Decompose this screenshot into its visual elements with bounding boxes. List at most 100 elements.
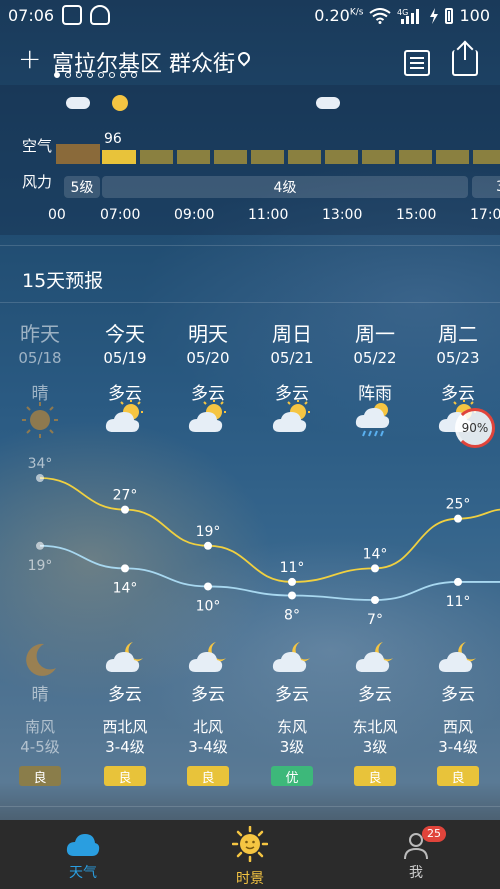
aqi-badge: 良 — [437, 766, 479, 786]
forecast-day-column[interactable]: 周日 05/21 多云 — [252, 318, 332, 404]
section-divider — [0, 245, 500, 246]
signal-icon: 4G — [397, 8, 420, 24]
forecast-day-name: 周日 — [272, 322, 312, 346]
temp-point — [36, 541, 44, 550]
aqi-segment — [325, 150, 358, 164]
section-divider — [0, 806, 500, 807]
hour-tick: 00 — [48, 207, 66, 223]
night-condition: 多云 — [108, 685, 142, 705]
forecast-date: 05/23 — [436, 349, 480, 367]
forecast-date: 05/20 — [186, 349, 230, 367]
wind-info: 西风 3-4级 — [418, 717, 498, 757]
wind-segment: 4级 — [102, 176, 468, 198]
nav-timeline-label: 时景 — [236, 871, 264, 887]
night-condition: 多云 — [441, 685, 475, 705]
low-temp-label: 7° — [367, 612, 383, 628]
aqi-segment — [473, 150, 500, 164]
aqi-segment — [102, 150, 136, 164]
forecast-date: 05/22 — [353, 349, 397, 367]
page-dot — [65, 72, 71, 78]
forecast-day-column[interactable]: 今天 05/19 多云 — [85, 318, 165, 404]
aqi-segment — [251, 150, 284, 164]
status-time: 07:06 — [8, 6, 55, 25]
forecast-day-column[interactable]: 昨天 05/18 晴 — [0, 318, 80, 404]
share-icon[interactable] — [452, 42, 478, 76]
status-right: 0.20K/s 4G 100 — [314, 6, 490, 25]
shower-icon — [355, 400, 395, 437]
wind-segment: 5级 — [64, 176, 100, 198]
wind-info: 东北风 3级 — [335, 717, 415, 757]
night-condition: 多云 — [191, 685, 225, 705]
aqi-badge: 良 — [104, 766, 146, 786]
hour-tick: 13:00 — [322, 207, 363, 223]
temp-point — [371, 564, 379, 573]
wind-level: 3级 — [362, 738, 388, 756]
wind-segment: 3 — [472, 176, 500, 198]
cloudy-night-icon — [105, 640, 145, 676]
partly-cloudy-icon — [188, 400, 228, 436]
wind-direction: 北风 — [192, 718, 223, 736]
page-dot — [120, 72, 126, 78]
wind-level: 3-4级 — [438, 738, 478, 756]
add-city-button[interactable]: + — [18, 42, 41, 75]
night-info-column: 多云 东风 3级 — [252, 680, 332, 757]
wind-level: 4-5级 — [20, 738, 60, 756]
charging-icon — [430, 7, 439, 24]
night-info-column: 多云 北风 3-4级 — [168, 680, 248, 757]
wind-direction: 西北风 — [102, 718, 148, 736]
temp-point — [454, 514, 462, 523]
night-info-column: 多云西风 3-4级 — [418, 680, 498, 757]
wind-direction: 西风 — [442, 718, 473, 736]
wind-info: 西北风 3-4级 — [85, 717, 165, 757]
wind-direction: 东风 — [276, 718, 307, 736]
temp-point — [371, 596, 379, 604]
aqi-badge: 优 — [271, 766, 313, 786]
forecast-date: 05/19 — [103, 349, 147, 367]
wind-info: 东风 3级 — [252, 717, 332, 757]
page-dot — [98, 72, 104, 78]
temp-point — [288, 591, 296, 600]
nav-me-label: 我 — [409, 865, 423, 881]
aqi-badge: 良 — [187, 766, 229, 786]
high-temp-label: 25° — [446, 497, 471, 513]
night-info-column: 多云西北风 3-4级 — [85, 680, 165, 757]
app-notification-icon — [62, 5, 82, 25]
hour-tick: 15:00 — [396, 207, 437, 223]
notification-badge: 25 — [422, 826, 446, 842]
wind-direction: 南风 — [24, 718, 55, 736]
battery-icon — [445, 7, 454, 24]
aqi-segment — [140, 150, 173, 164]
forecast-day-column[interactable]: 明天 05/20 多云 — [168, 318, 248, 404]
page-dot — [131, 72, 137, 78]
high-temp-label: 27° — [113, 488, 138, 504]
wind-info: 南风 4-5级 — [0, 717, 80, 757]
aqi-segment — [177, 150, 210, 164]
hour-tick: 17:0 — [470, 207, 500, 223]
aqi-segment — [56, 144, 100, 164]
hourly-cloud-icon — [316, 97, 340, 109]
aqi-segment — [436, 150, 469, 164]
low-temp-label: 10° — [196, 598, 221, 614]
news-icon[interactable] — [404, 50, 430, 76]
forecast-day-name: 今天 — [105, 322, 145, 346]
forecast-day-name: 昨天 — [20, 322, 60, 346]
temp-point — [204, 541, 212, 550]
page-dot — [54, 72, 60, 78]
forecast-day-column[interactable]: 周二 05/23 多云 — [418, 318, 498, 404]
page-dot — [109, 72, 115, 78]
nav-weather-label: 天气 — [69, 865, 97, 881]
low-temp-label: 8° — [284, 607, 300, 623]
nav-weather[interactable]: 天气 — [33, 820, 133, 889]
temp-point — [204, 582, 212, 591]
partly-cloudy-icon — [105, 400, 145, 436]
aqi-segment — [399, 150, 432, 164]
forecast-date: 05/18 — [18, 349, 62, 367]
hourly-sun-icon — [112, 95, 128, 111]
high-temp-label: 11° — [280, 560, 305, 576]
wifi-icon — [369, 7, 392, 24]
forecast-day-column[interactable]: 周一 05/22 阵雨 — [335, 318, 415, 404]
status-bar: 07:06 0.20K/s 4G 100 — [0, 0, 500, 32]
nav-timeline[interactable]: 时景 — [200, 820, 300, 889]
temp-point — [288, 577, 296, 586]
nav-me[interactable]: 我 — [366, 820, 466, 889]
